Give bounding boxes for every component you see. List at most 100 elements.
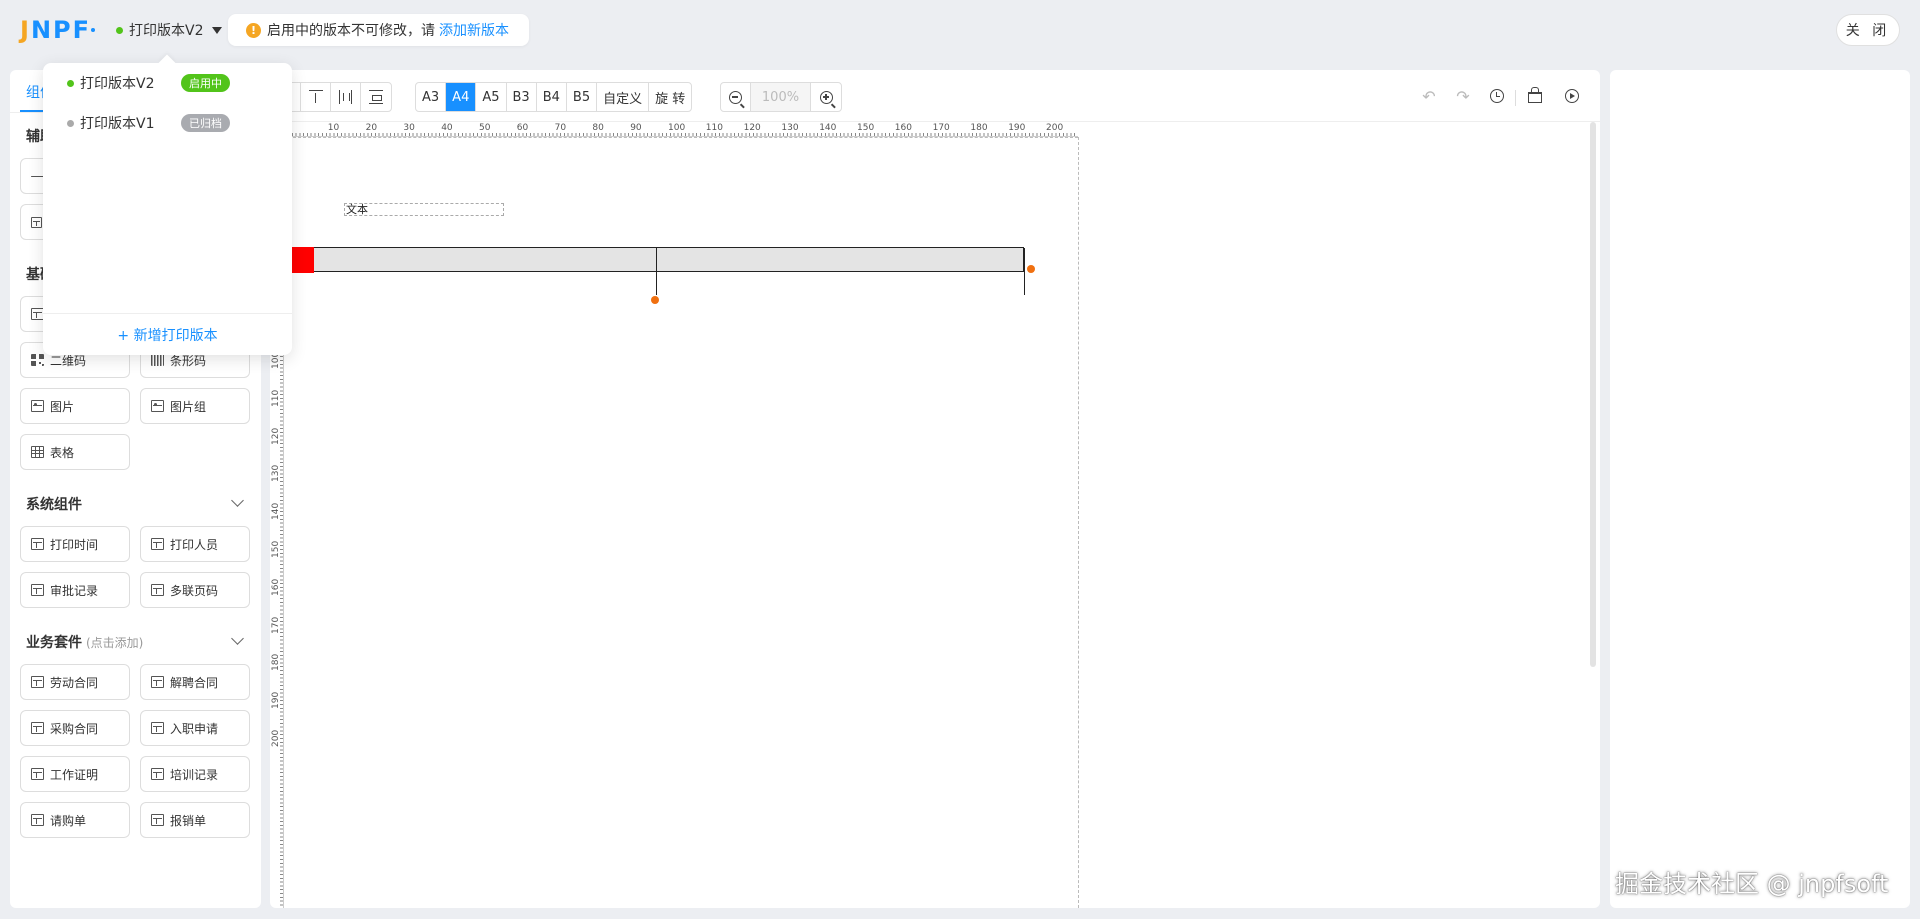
- align-top-button[interactable]: [301, 83, 331, 111]
- component-print-user[interactable]: 打印人员: [140, 526, 250, 562]
- status-dot: [67, 119, 74, 127]
- kit-training-record[interactable]: 培训记录: [140, 756, 250, 792]
- ruler-left-label: 140: [271, 503, 281, 521]
- align-top-icon: [308, 90, 323, 104]
- ruler-top-label: 180: [970, 123, 988, 133]
- version-name: 打印版本V1: [80, 116, 155, 132]
- paper-b5[interactable]: B5: [567, 83, 598, 111]
- table-right-edge: [1024, 248, 1025, 295]
- kit-expense-claim[interactable]: 报销单: [140, 802, 250, 838]
- ruler-top-label: 30: [403, 123, 415, 133]
- ruler-top-label: 40: [441, 123, 453, 133]
- caret-down-icon: [212, 26, 223, 34]
- ruler-top-label: 150: [857, 123, 875, 133]
- paper-custom[interactable]: 自定义: [597, 83, 650, 111]
- row-resize-handle[interactable]: [651, 296, 659, 304]
- paper-a4[interactable]: A4: [446, 83, 477, 111]
- kit-purchase-contract[interactable]: 采购合同: [20, 710, 130, 746]
- ruler-top-label: 140: [819, 123, 837, 133]
- vertical-scrollbar[interactable]: [1590, 122, 1596, 667]
- zoom-out-button[interactable]: [721, 83, 751, 111]
- template-icon: [151, 814, 164, 826]
- ruler-top-label: 90: [630, 123, 642, 133]
- table-icon: [31, 446, 44, 458]
- kit-labor-contract[interactable]: 劳动合同: [20, 664, 130, 700]
- canvas-table-element[interactable]: [294, 247, 1025, 295]
- rect-icon: [31, 216, 42, 228]
- align-center-button[interactable]: [331, 83, 361, 111]
- zoom-in-button[interactable]: [811, 83, 841, 111]
- kit-onboarding[interactable]: 入职申请: [140, 710, 250, 746]
- kit-purchase-request[interactable]: 请购单: [20, 802, 130, 838]
- add-print-version-button[interactable]: + 新增打印版本: [43, 325, 292, 345]
- ruler-top-label: 110: [705, 123, 723, 133]
- component-label: 工作证明: [50, 767, 99, 782]
- version-selector[interactable]: 打印版本V2: [116, 19, 223, 41]
- component-label: 图片: [50, 399, 75, 414]
- version-option-v1[interactable]: 打印版本V1: [67, 113, 154, 133]
- add-version-link[interactable]: 添加新版本: [439, 20, 509, 40]
- distribute-button[interactable]: [361, 83, 391, 111]
- ruler-left-label: 150: [271, 540, 281, 558]
- template-icon: [151, 768, 164, 780]
- component-label: 解聘合同: [170, 675, 219, 690]
- component-label: 打印时间: [50, 537, 99, 552]
- chevron-down-icon[interactable]: [231, 494, 244, 507]
- component-print-time[interactable]: 打印时间: [20, 526, 130, 562]
- ruler-top-label: 80: [592, 123, 604, 133]
- ruler-top-label: 100: [668, 123, 686, 133]
- status-badge-active: 启用中: [181, 74, 230, 92]
- template-icon: [31, 722, 44, 734]
- paper-a3[interactable]: A3: [416, 83, 447, 111]
- version-option-v2[interactable]: 打印版本V2: [67, 73, 154, 93]
- properties-panel: [1610, 70, 1910, 908]
- component-table[interactable]: 表格: [20, 434, 130, 470]
- ruler-top-label: 50: [479, 123, 491, 133]
- ruler-left-label: 130: [271, 465, 281, 483]
- component-image[interactable]: 图片: [20, 388, 130, 424]
- component-label: 入职申请: [170, 721, 219, 736]
- column-resize-handle[interactable]: [1027, 265, 1035, 273]
- ruler-top-label: 170: [932, 123, 950, 133]
- template-icon: [151, 676, 164, 688]
- close-button[interactable]: 关 闭: [1836, 14, 1900, 46]
- template-icon: [31, 768, 44, 780]
- template-icon: [151, 584, 164, 596]
- component-image-group[interactable]: 图片组: [140, 388, 250, 424]
- zoom-out-icon: [729, 90, 745, 109]
- paper-a5[interactable]: A5: [476, 83, 507, 111]
- zoom-group: 100%: [720, 82, 842, 112]
- designer-canvas-area: A3 A4 A5 B3 B4 B5 自定义 旋 转 100% ↶ ↷ 10 20 3…: [270, 70, 1600, 908]
- preview-icon[interactable]: [1564, 88, 1580, 104]
- status-dot: [67, 79, 74, 87]
- kit-dismissal-contract[interactable]: 解聘合同: [140, 664, 250, 700]
- component-approval-record[interactable]: 审批记录: [20, 572, 130, 608]
- paper-b4[interactable]: B4: [537, 83, 567, 111]
- image-icon: [31, 400, 44, 412]
- clear-icon[interactable]: [1527, 87, 1543, 104]
- rotate-button[interactable]: 旋 转: [649, 83, 691, 111]
- undo-icon[interactable]: ↶: [1421, 87, 1437, 106]
- chevron-down-icon[interactable]: [231, 632, 244, 645]
- paper-b3[interactable]: B3: [507, 83, 537, 111]
- ruler-top-label: 130: [781, 123, 799, 133]
- kit-work-certificate[interactable]: 工作证明: [20, 756, 130, 792]
- ruler-top-label: 120: [743, 123, 761, 133]
- ruler-left-label: 160: [271, 578, 281, 596]
- image-group-icon: [151, 400, 164, 412]
- version-name: 打印版本V2: [80, 76, 155, 92]
- canvas-text-element[interactable]: 文本: [344, 203, 504, 216]
- toolbar-separator: [1515, 90, 1516, 106]
- redo-icon[interactable]: ↷: [1455, 87, 1471, 106]
- ruler-left-label: 170: [271, 616, 281, 634]
- component-label: 培训记录: [170, 767, 219, 782]
- paper-size-group: A3 A4 A5 B3 B4 B5 自定义 旋 转: [415, 82, 693, 112]
- dropdown-divider: [43, 313, 292, 314]
- ruler-top-label: 10: [327, 123, 340, 133]
- component-label: 采购合同: [50, 721, 99, 736]
- header-bar: JNPF 打印版本V2 ! 启用中的版本不可修改，请 添加新版本 关 闭: [0, 0, 1920, 58]
- barcode-icon: [151, 354, 164, 366]
- table-column-divider: [656, 248, 657, 295]
- component-page-number[interactable]: 多联页码: [140, 572, 250, 608]
- history-icon[interactable]: [1489, 88, 1505, 104]
